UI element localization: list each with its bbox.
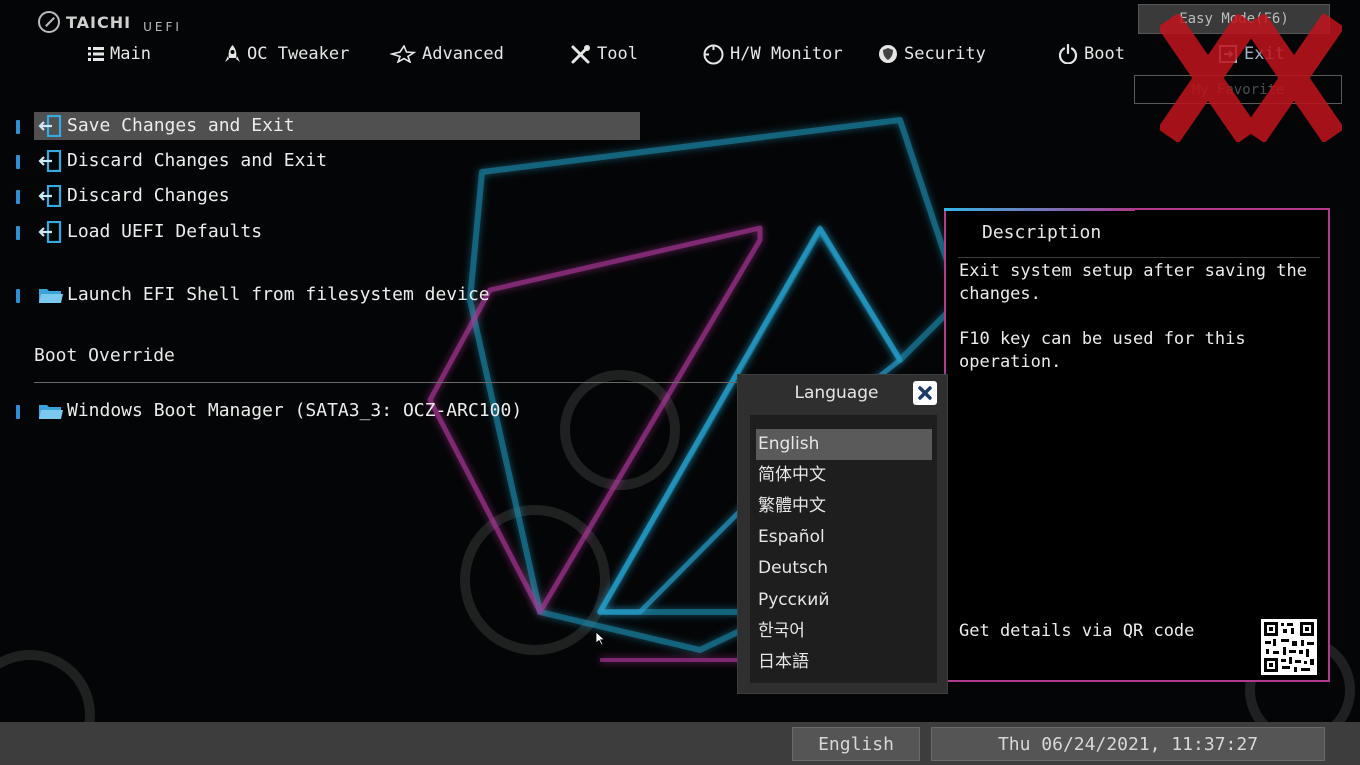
language-option-traditional-chinese[interactable]: 繁體中文 [756,491,932,522]
menu-item-label: Save Changes and Exit [67,115,295,136]
language-option-german[interactable]: Deutsch [756,553,932,584]
menu-save-changes-and-exit[interactable]: Save Changes and Exit [14,112,640,140]
exit-door-icon [38,185,62,207]
tab-tool-label: Tool [597,44,638,64]
exit-door-icon [38,221,62,243]
menu-windows-boot-manager[interactable]: Windows Boot Manager (SATA3_3: OCZ-ARC10… [14,397,640,425]
tab-hw-monitor-label: H/W Monitor [730,44,843,64]
menu-discard-changes-and-exit[interactable]: Discard Changes and Exit [14,147,640,175]
bullet-marker [16,120,20,134]
folder-icon [39,405,63,419]
xx-watermark-icon [1160,14,1342,142]
boot-override-heading: Boot Override [34,345,175,366]
menu-discard-changes[interactable]: Discard Changes [14,182,640,210]
bullet-marker [16,289,20,303]
language-button[interactable]: English [792,727,920,761]
tab-boot-label: Boot [1084,44,1125,64]
tools-icon [571,44,590,63]
description-panel: Description Exit system setup after savi… [944,208,1330,682]
shield-icon [879,45,897,63]
brand-logo: TAICHI UEFI [38,10,182,34]
brand-sub: UEFI [143,20,182,34]
exit-door-icon [38,115,62,137]
tab-oc-tweaker-label: OC Tweaker [247,44,350,64]
tab-advanced[interactable]: Advanced [390,42,504,66]
datetime-display: Thu 06/24/2021, 11:37:27 [931,727,1325,761]
rocket-icon [225,45,240,62]
bullet-marker [16,155,20,169]
menu-item-label: Windows Boot Manager (SATA3_3: OCZ-ARC10… [67,400,523,421]
tab-security[interactable]: Security [878,42,986,66]
divider [34,382,744,383]
close-icon [918,386,932,400]
exit-door-icon [38,150,62,172]
tab-security-label: Security [904,44,986,64]
qr-code-icon [1261,619,1317,675]
bullet-marker [16,405,20,419]
menu-launch-efi-shell[interactable]: Launch EFI Shell from filesystem device [14,281,640,309]
menu-load-uefi-defaults[interactable]: Load UEFI Defaults [14,218,640,246]
menu-item-label: Discard Changes [67,185,230,206]
tab-advanced-label: Advanced [422,44,504,64]
language-option-russian[interactable]: Русский [756,585,932,616]
menu-item-label: Launch EFI Shell from filesystem device [67,284,490,305]
bullet-marker [16,190,20,204]
tab-oc-tweaker[interactable]: OC Tweaker [224,42,349,66]
language-option-spanish[interactable]: Español [756,522,932,553]
divider [958,257,1320,258]
folder-icon [39,289,63,303]
brand-name: TAICHI [66,12,132,32]
tab-main[interactable]: Main [88,42,151,66]
power-icon [1058,44,1078,64]
taichi-logo-icon [38,11,60,33]
language-list: English 简体中文 繁體中文 Español Deutsch Русски… [750,415,937,683]
language-option-english[interactable]: English [756,429,932,460]
description-text: Exit system setup after saving the chang… [959,260,1319,396]
tab-main-label: Main [110,44,151,64]
tab-boot[interactable]: Boot [1058,42,1125,66]
description-title: Description [982,222,1102,243]
mouse-cursor-icon [596,632,606,646]
language-option-japanese[interactable]: 日本語 [756,647,932,678]
menu-item-label: Load UEFI Defaults [67,221,263,242]
description-line: Exit system setup after saving the chang… [959,261,1307,304]
monitor-icon [703,44,724,64]
qr-label: Get details via QR code [959,621,1195,641]
close-button[interactable] [913,381,937,405]
language-option-simplified-chinese[interactable]: 简体中文 [756,460,932,491]
language-popup-title: Language [794,383,879,403]
bullet-marker [16,226,20,240]
menu-item-label: Discard Changes and Exit [67,150,328,171]
star-icon [390,45,416,63]
description-line: F10 key can be used for this operation. [959,329,1246,372]
language-popup: Language English 简体中文 繁體中文 Español Deuts… [737,374,948,694]
language-option-korean[interactable]: 한국어 [756,616,932,647]
tab-hw-monitor[interactable]: H/W Monitor [703,42,843,66]
list-icon [88,47,104,61]
tab-tool[interactable]: Tool [570,42,638,66]
